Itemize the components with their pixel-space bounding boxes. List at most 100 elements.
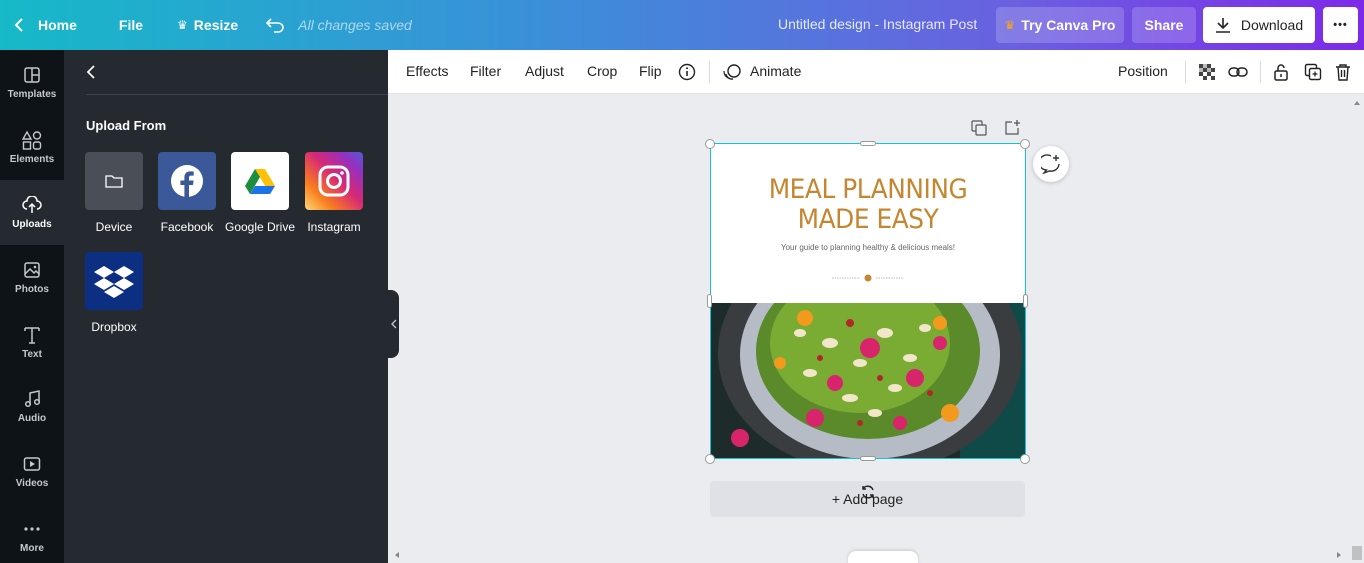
- rail-label: Uploads: [12, 219, 52, 230]
- rail-item-videos[interactable]: Videos: [0, 439, 64, 504]
- resize-button[interactable]: ♛ Resize: [165, 8, 250, 42]
- toolbar-divider: [1260, 61, 1261, 83]
- try-canva-pro-button[interactable]: ♛ Try Canva Pro: [996, 7, 1124, 43]
- comment-icon: [1041, 154, 1060, 174]
- chevron-left-icon: [14, 18, 23, 32]
- lock-icon[interactable]: [1271, 62, 1291, 82]
- info-icon[interactable]: [677, 62, 697, 82]
- zoom-pill[interactable]: [848, 551, 918, 563]
- rail-label: More: [20, 543, 44, 554]
- rail-label: Templates: [7, 89, 57, 100]
- resize-handle-top-left[interactable]: [705, 139, 715, 149]
- toolbar-divider: [709, 61, 710, 83]
- home-button[interactable]: Home: [0, 8, 89, 42]
- flip-button[interactable]: Flip: [639, 63, 662, 79]
- add-page-icon[interactable]: [1004, 119, 1021, 141]
- source-dropbox[interactable]: Dropbox: [77, 252, 151, 334]
- effects-button[interactable]: Effects: [406, 63, 449, 79]
- rail-label: Text: [22, 349, 42, 360]
- resize-handle-top[interactable]: [860, 141, 876, 146]
- resize-handle-top-right[interactable]: [1020, 139, 1030, 149]
- adjust-button[interactable]: Adjust: [525, 63, 564, 79]
- resize-label: Resize: [193, 17, 239, 33]
- rail-item-uploads[interactable]: Uploads: [0, 180, 64, 245]
- panel-back-button[interactable]: [82, 62, 102, 82]
- share-button[interactable]: Share: [1132, 7, 1196, 43]
- trash-icon[interactable]: [1333, 62, 1353, 82]
- download-button[interactable]: Download: [1203, 7, 1315, 43]
- google-drive-icon: [231, 152, 289, 210]
- source-label: Dropbox: [91, 320, 137, 334]
- file-label: File: [118, 17, 144, 33]
- rail-label: Audio: [17, 413, 47, 424]
- resize-handle-bottom-left[interactable]: [705, 454, 715, 464]
- duplicate-icon[interactable]: [1303, 62, 1323, 82]
- source-label: Device: [95, 220, 133, 234]
- rail-item-more[interactable]: More: [0, 504, 64, 563]
- audio-icon: [22, 389, 42, 409]
- transparency-icon[interactable]: [1197, 62, 1217, 82]
- download-icon: [1215, 18, 1230, 33]
- toolbar-divider: [1185, 61, 1186, 83]
- rail-item-photos[interactable]: Photos: [0, 245, 64, 310]
- scroll-up-icon: [1354, 101, 1360, 105]
- animate-icon[interactable]: [722, 62, 742, 82]
- more-dots-icon: •••: [1333, 19, 1348, 31]
- videos-icon: [22, 454, 42, 474]
- try-canva-pro-label: Try Canva Pro: [1021, 17, 1116, 33]
- source-facebook[interactable]: Facebook: [150, 152, 224, 234]
- horizontal-scrollbar[interactable]: [388, 547, 1350, 563]
- dropbox-icon: [85, 252, 143, 310]
- download-label: Download: [1240, 17, 1304, 33]
- resize-handle-bottom-right[interactable]: [1020, 454, 1030, 464]
- facebook-icon: [158, 152, 216, 210]
- photos-icon: [22, 260, 42, 280]
- chevron-left-icon: [86, 65, 95, 79]
- upload-from-heading: Upload From: [86, 118, 167, 133]
- position-button[interactable]: Position: [1118, 63, 1168, 79]
- home-label: Home: [38, 17, 77, 33]
- rail-item-elements[interactable]: Elements: [0, 115, 64, 180]
- resize-handle-left[interactable]: [707, 294, 712, 308]
- rail-label: Videos: [15, 478, 49, 489]
- filter-button[interactable]: Filter: [470, 63, 501, 79]
- design-title[interactable]: Untitled design - Instagram Post: [778, 16, 977, 32]
- selection-outline: [710, 143, 1026, 459]
- crop-button[interactable]: Crop: [587, 63, 617, 79]
- scroll-left-icon: [395, 552, 399, 558]
- resize-handle-bottom[interactable]: [860, 456, 876, 461]
- add-comment-button[interactable]: [1033, 146, 1069, 182]
- undo-icon: [266, 18, 284, 33]
- left-rail: Templates Elements Uploads Photos Text A…: [0, 50, 64, 563]
- save-status: All changes saved: [298, 17, 412, 33]
- uploads-panel: Upload From Device Facebook Google Drive…: [64, 50, 388, 563]
- folder-icon: [85, 152, 143, 210]
- animate-button[interactable]: Animate: [750, 63, 801, 79]
- rail-label: Elements: [9, 154, 55, 165]
- rail-item-text[interactable]: Text: [0, 310, 64, 375]
- rotate-handle-icon[interactable]: [860, 484, 876, 500]
- rail-item-audio[interactable]: Audio: [0, 374, 64, 439]
- source-instagram[interactable]: Instagram: [297, 152, 371, 234]
- resize-handle-right[interactable]: [1023, 294, 1028, 308]
- link-icon[interactable]: [1228, 62, 1248, 82]
- scroll-right-icon: [1337, 552, 1341, 558]
- source-device[interactable]: Device: [77, 152, 151, 234]
- more-options-button[interactable]: •••: [1323, 7, 1358, 43]
- templates-icon: [22, 65, 42, 85]
- crown-icon: ♛: [1004, 18, 1016, 32]
- undo-button[interactable]: [258, 8, 292, 42]
- source-google-drive[interactable]: Google Drive: [223, 152, 297, 234]
- rail-label: Photos: [15, 284, 49, 295]
- vertical-scrollbar[interactable]: [1350, 94, 1364, 563]
- share-label: Share: [1144, 17, 1184, 33]
- text-icon: [22, 325, 42, 345]
- scroll-thumb[interactable]: [1352, 546, 1362, 560]
- panel-divider: [86, 94, 388, 95]
- source-label: Google Drive: [224, 220, 296, 234]
- more-icon: [22, 519, 42, 539]
- copy-page-icon[interactable]: [971, 120, 987, 141]
- crown-icon: ♛: [177, 18, 188, 32]
- file-menu-button[interactable]: File: [107, 8, 155, 42]
- rail-item-templates[interactable]: Templates: [0, 50, 64, 115]
